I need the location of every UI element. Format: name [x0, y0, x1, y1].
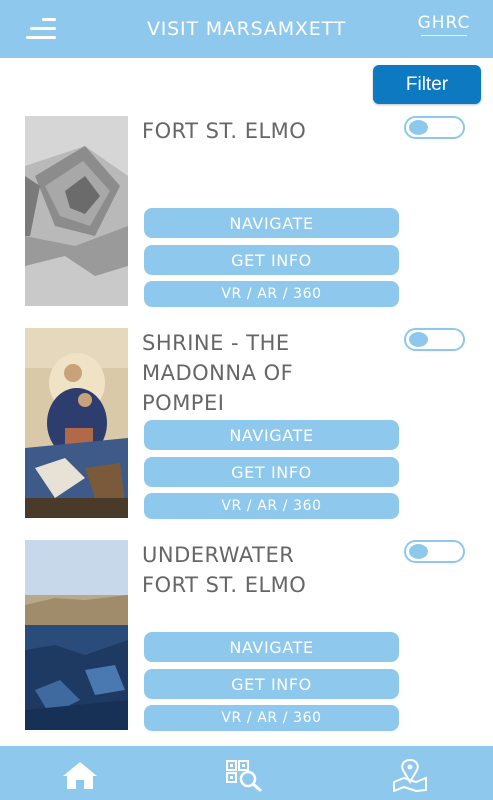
- qr-scan-tab[interactable]: [224, 758, 264, 792]
- list-item: FORT ST. ELMO NAVIGATE GET INFO VR / AR …: [0, 116, 493, 316]
- bottom-tab-bar: [0, 746, 493, 800]
- site-thumbnail-underwater-fort[interactable]: [25, 540, 128, 730]
- logo-text: GHRC: [417, 13, 471, 33]
- vr-ar-360-button[interactable]: VR / AR / 360: [144, 281, 399, 307]
- qr-scan-icon: [226, 760, 262, 792]
- toggle-knob: [409, 544, 428, 559]
- list-item: UNDERWATER FORT ST. ELMO NAVIGATE GET IN…: [0, 540, 493, 740]
- home-icon: [63, 762, 97, 789]
- filter-button[interactable]: Filter: [373, 65, 481, 104]
- list-item: SHRINE - THE MADONNA OF POMPEI NAVIGATE …: [0, 328, 493, 528]
- map-pin-icon: [393, 758, 427, 792]
- navigate-button[interactable]: NAVIGATE: [144, 632, 399, 662]
- site-title: SHRINE - THE MADONNA OF POMPEI: [142, 331, 294, 415]
- navigate-button[interactable]: NAVIGATE: [144, 420, 399, 450]
- site-thumbnail-fort-st-elmo[interactable]: [25, 116, 128, 306]
- page-title: VISIT MARSAMXETT: [146, 18, 346, 40]
- get-info-button[interactable]: GET INFO: [144, 669, 399, 699]
- map-tab[interactable]: [390, 758, 430, 792]
- visited-toggle[interactable]: [404, 540, 465, 563]
- toggle-knob: [409, 120, 428, 135]
- visited-toggle[interactable]: [404, 328, 465, 351]
- site-title: FORT ST. ELMO: [142, 119, 307, 143]
- get-info-button[interactable]: GET INFO: [144, 245, 399, 275]
- site-title: UNDERWATER FORT ST. ELMO: [142, 543, 307, 597]
- home-tab[interactable]: [60, 758, 100, 792]
- app-header: VISIT MARSAMXETT GHRC: [0, 0, 493, 58]
- get-info-button[interactable]: GET INFO: [144, 457, 399, 487]
- navigate-button[interactable]: NAVIGATE: [144, 208, 399, 238]
- site-thumbnail-shrine-madonna[interactable]: [25, 328, 128, 518]
- visited-toggle[interactable]: [404, 116, 465, 139]
- vr-ar-360-button[interactable]: VR / AR / 360: [144, 493, 399, 519]
- ghrc-logo: GHRC: [415, 14, 473, 37]
- vr-ar-360-button[interactable]: VR / AR / 360: [144, 705, 399, 731]
- toggle-knob: [409, 332, 428, 347]
- hamburger-menu-icon[interactable]: [20, 18, 56, 40]
